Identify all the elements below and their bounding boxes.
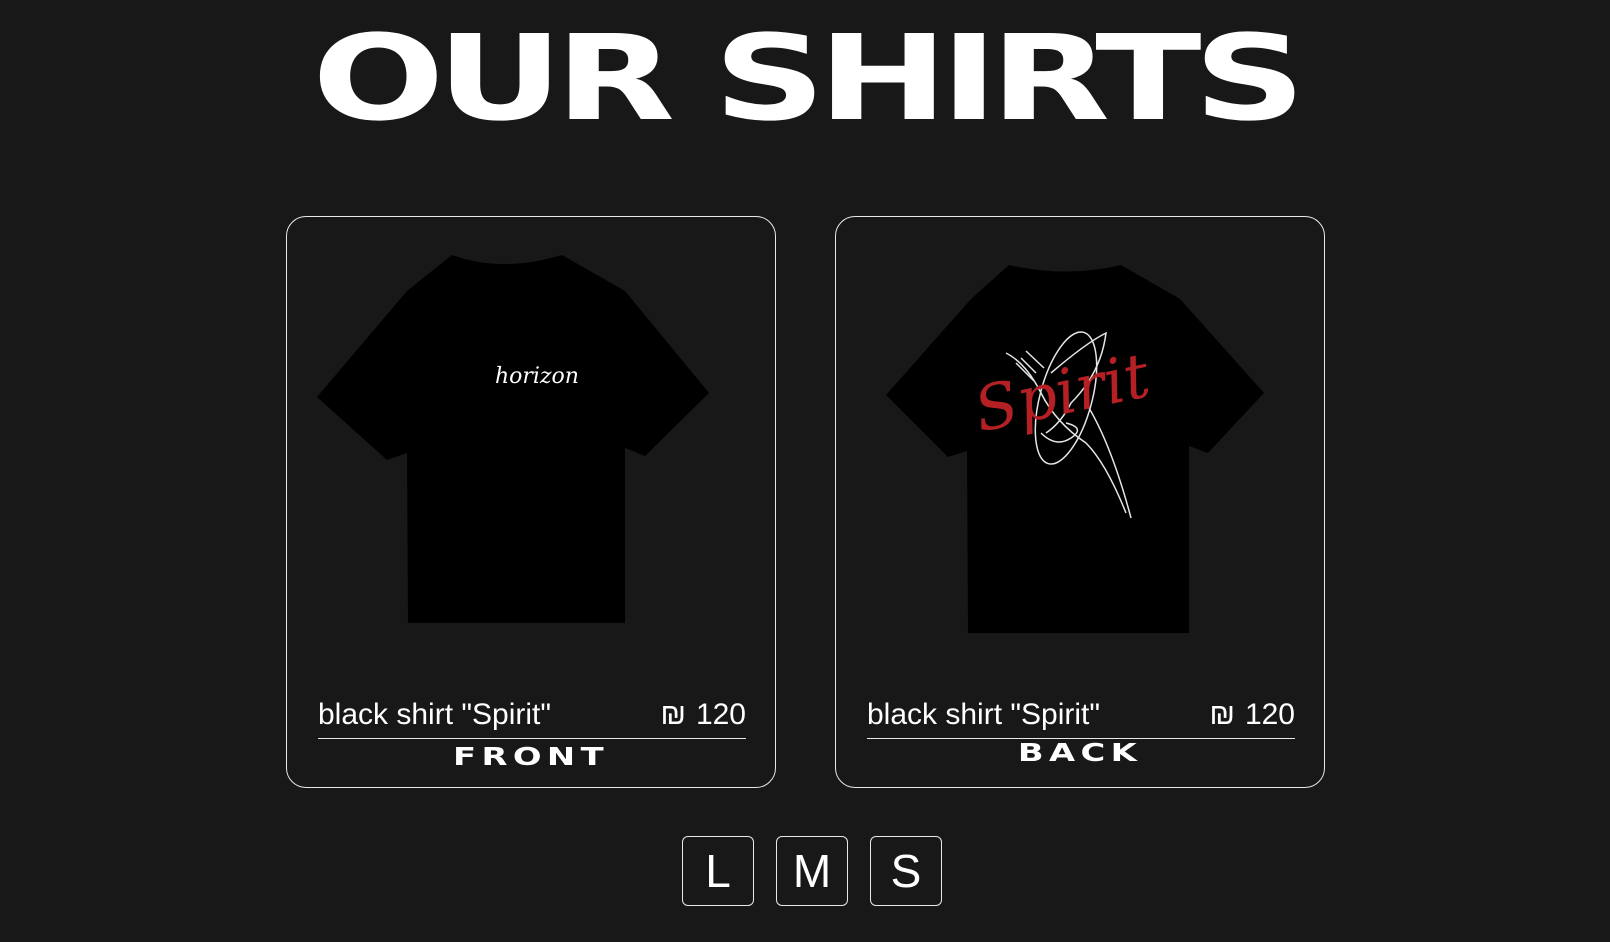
tshirt-front-image: horizon <box>317 255 709 623</box>
product-price: ₪ 120 <box>1209 698 1295 732</box>
view-label-back: BACK <box>1017 738 1143 767</box>
product-name: black shirt "Spirit" <box>318 698 552 731</box>
currency-icon: ₪ <box>1209 698 1235 731</box>
product-info: black shirt "Spirit" ₪ 120 <box>318 691 746 739</box>
product-price: ₪ 120 <box>660 698 746 732</box>
product-card-front[interactable]: horizon black shirt "Spirit" ₪ 120 FRONT <box>286 216 776 788</box>
price-value: 120 <box>1244 698 1295 731</box>
shirts-page: OUR SHIRTS horizon black shirt "Spirit" … <box>0 0 1610 942</box>
shirt-print-text: horizon <box>495 364 579 389</box>
size-button-m[interactable]: M <box>776 836 848 906</box>
size-button-s[interactable]: S <box>870 836 942 906</box>
size-button-l[interactable]: L <box>682 836 754 906</box>
page-title: OUR SHIRTS <box>312 9 1306 147</box>
product-name: black shirt "Spirit" <box>867 698 1101 731</box>
divider <box>318 738 746 739</box>
price-value: 120 <box>695 698 746 731</box>
tshirt-back-image: Spirit <box>886 265 1264 633</box>
product-info: black shirt "Spirit" ₪ 120 <box>867 691 1295 739</box>
size-selector: L M S <box>682 836 942 906</box>
product-card-back[interactable]: Spirit black shirt "Spirit" ₪ 120 BACK <box>835 216 1325 788</box>
currency-icon: ₪ <box>660 698 686 731</box>
